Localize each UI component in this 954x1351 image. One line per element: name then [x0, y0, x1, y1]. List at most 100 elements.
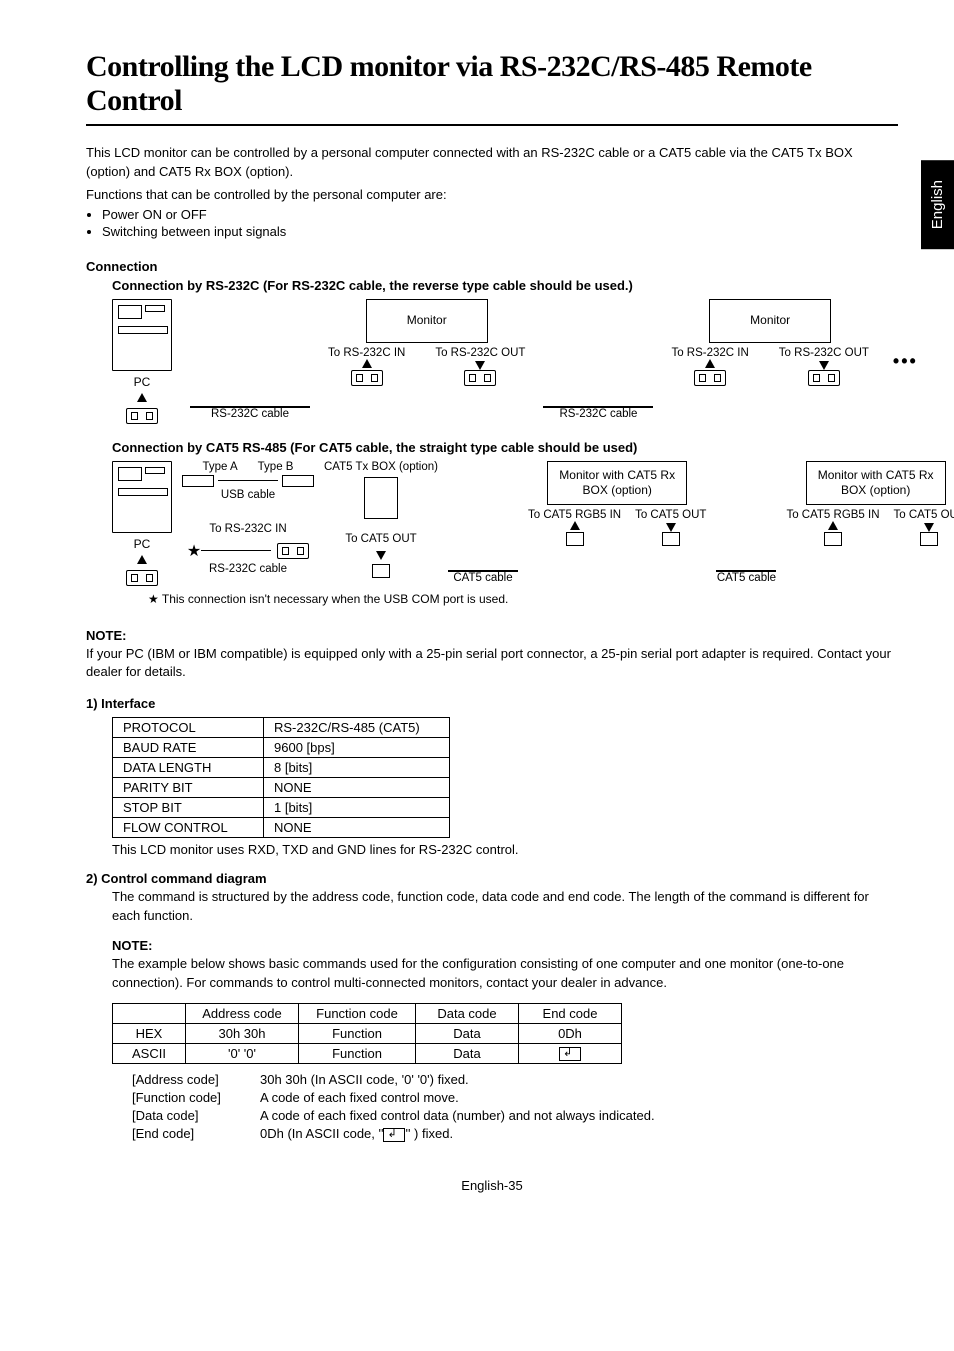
code-key: [Address code] — [132, 1072, 242, 1087]
rj45-port-icon — [372, 564, 390, 578]
table-cell: 0Dh — [519, 1023, 622, 1043]
table-cell: NONE — [264, 818, 450, 838]
cat5-tx-box-icon — [364, 477, 398, 519]
table-cell — [519, 1043, 622, 1064]
to-cat5-rgb5in-label: To CAT5 RGB5 IN — [786, 509, 879, 521]
usb-port-icon — [182, 475, 214, 487]
serial-port-icon — [277, 543, 309, 559]
enter-key-icon — [559, 1047, 581, 1061]
arrow-up-icon — [705, 359, 715, 368]
arrow-up-icon — [137, 555, 147, 564]
arrow-up-icon — [137, 393, 147, 402]
table-cell: 8 [bits] — [264, 758, 450, 778]
intro-paragraph-2: Functions that can be controlled by the … — [86, 186, 898, 205]
intro-paragraph-1: This LCD monitor can be controlled by a … — [86, 144, 898, 182]
monitor-box: Monitor — [709, 299, 831, 343]
table-cell: ASCII — [113, 1043, 186, 1064]
interface-heading: 1) Interface — [86, 696, 898, 711]
enter-key-icon — [383, 1128, 405, 1142]
type-a-label: Type A — [203, 461, 238, 473]
language-tab: English — [921, 160, 954, 249]
page-footer: English-35 — [86, 1178, 898, 1193]
connection-heading: Connection — [86, 259, 898, 274]
cat5-diagram: PC Type A Type B USB cable To RS-232C IN — [112, 461, 898, 606]
table-cell: PROTOCOL — [113, 718, 264, 738]
table-cell: BAUD RATE — [113, 738, 264, 758]
table-cell: Data — [416, 1043, 519, 1064]
rj45-port-icon — [920, 532, 938, 546]
arrow-down-icon — [475, 361, 485, 370]
rj45-port-icon — [824, 532, 842, 546]
code-descriptions: [Address code] 30h 30h (In ASCII code, '0… — [132, 1072, 898, 1142]
to-cat5-out-label: To CAT5 OUT — [345, 533, 416, 545]
table-cell: '0' '0' — [186, 1043, 299, 1064]
rs232c-connection-heading: Connection by RS-232C (For RS-232C cable… — [112, 278, 898, 293]
table-header: Data code — [416, 1003, 519, 1023]
cat5-connection-heading: Connection by CAT5 RS-485 (For CAT5 cabl… — [112, 440, 898, 455]
code-value: 30h 30h (In ASCII code, '0' '0') fixed. — [260, 1072, 469, 1087]
rj45-port-icon — [662, 532, 680, 546]
rs232c-diagram: PC RS-232C cable Monitor To RS-232C IN T… — [112, 299, 898, 424]
to-out-label: To RS-232C OUT — [779, 347, 869, 359]
monitor-rx-box: Monitor with CAT5 Rx BOX (option) — [806, 461, 946, 505]
serial-port-icon — [126, 570, 158, 586]
table-cell: STOP BIT — [113, 798, 264, 818]
arrow-up-icon — [828, 521, 838, 530]
code-value: A code of each fixed control move. — [260, 1090, 459, 1105]
pc-label: PC — [134, 375, 151, 389]
table-cell: 1 [bits] — [264, 798, 450, 818]
serial-port-icon — [351, 370, 383, 386]
rj45-port-icon — [566, 532, 584, 546]
table-cell: HEX — [113, 1023, 186, 1043]
code-value: 0Dh (In ASCII code, '''' ) fixed. — [260, 1126, 453, 1142]
cable-label: RS-232C cable — [211, 408, 289, 420]
interface-after-text: This LCD monitor uses RXD, TXD and GND l… — [112, 842, 898, 857]
monitor-rx-label: Monitor with CAT5 Rx BOX (option) — [552, 468, 682, 498]
table-header: Function code — [299, 1003, 416, 1023]
pc-icon — [112, 299, 172, 371]
table-cell: RS-232C/RS-485 (CAT5) — [264, 718, 450, 738]
table-cell: DATA LENGTH — [113, 758, 264, 778]
to-cat5-out-label: To CAT5 OUT — [894, 509, 954, 521]
table-cell: Function — [299, 1023, 416, 1043]
table-cell: Data — [416, 1023, 519, 1043]
arrow-down-icon — [819, 361, 829, 370]
pc-label: PC — [134, 537, 151, 551]
cat5-cable-label: CAT5 cable — [717, 572, 776, 584]
pc-icon — [112, 461, 172, 533]
note-heading: NOTE: — [86, 628, 898, 643]
arrow-up-icon — [362, 359, 372, 368]
note-body: If your PC (IBM or IBM compatible) is eq… — [86, 645, 898, 683]
usb-cable-label: USB cable — [221, 489, 275, 501]
page-title: Controlling the LCD monitor via RS-232C/… — [86, 50, 898, 126]
code-key: [Data code] — [132, 1108, 242, 1123]
table-header — [113, 1003, 186, 1023]
table-cell: NONE — [264, 778, 450, 798]
command-table: Address codeFunction codeData codeEnd co… — [112, 1003, 622, 1065]
note2-heading: NOTE: — [112, 938, 898, 953]
monitor-label: Monitor — [407, 313, 447, 328]
rs232c-cable-label: RS-232C cable — [209, 563, 287, 575]
arrow-down-icon — [666, 523, 676, 532]
function-bullets: Power ON or OFF Switching between input … — [102, 207, 898, 239]
code-value: A code of each fixed control data (numbe… — [260, 1108, 655, 1123]
usb-port-icon — [282, 475, 314, 487]
table-cell: Function — [299, 1043, 416, 1064]
to-cat5-rgb5in-label: To CAT5 RGB5 IN — [528, 509, 621, 521]
to-out-label: To RS-232C OUT — [435, 347, 525, 359]
code-key: [Function code] — [132, 1090, 242, 1105]
code-key: [End code] — [132, 1126, 242, 1142]
monitor-rx-box: Monitor with CAT5 Rx BOX (option) — [547, 461, 687, 505]
cat5-cable-label: CAT5 cable — [453, 572, 512, 584]
type-b-label: Type B — [258, 461, 294, 473]
to-cat5-out-label: To CAT5 OUT — [635, 509, 706, 521]
monitor-label: Monitor — [750, 313, 790, 328]
cable-label: RS-232C cable — [559, 408, 637, 420]
table-cell: FLOW CONTROL — [113, 818, 264, 838]
table-header: End code — [519, 1003, 622, 1023]
serial-port-icon — [464, 370, 496, 386]
serial-port-icon — [694, 370, 726, 386]
monitor-rx-label: Monitor with CAT5 Rx BOX (option) — [811, 468, 941, 498]
tx-box-label: CAT5 Tx BOX (option) — [324, 461, 438, 473]
arrow-up-icon — [570, 521, 580, 530]
